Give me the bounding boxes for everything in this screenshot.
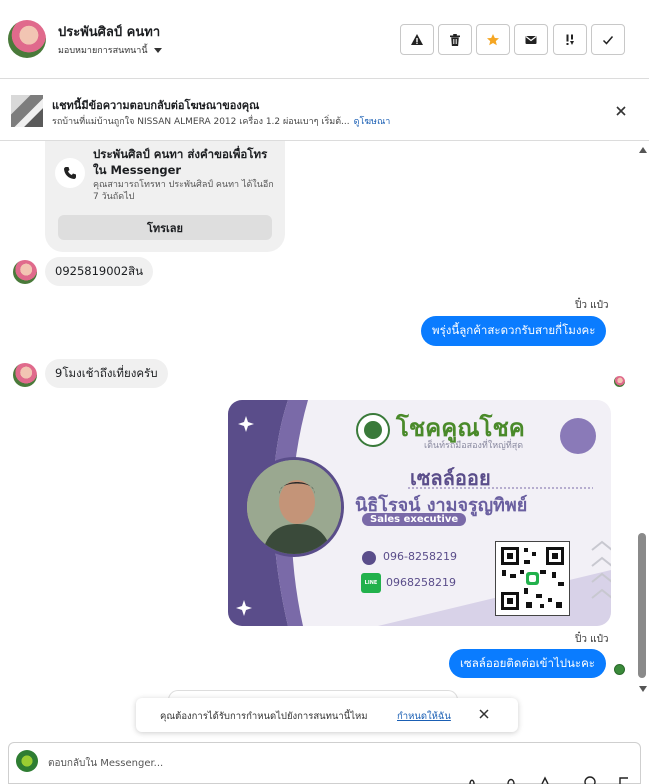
ad-description: รถบ้านที่แม่บ้านถูกใจ NISSAN ALMERA 2012… <box>52 117 350 127</box>
ad-banner-subtitle: รถบ้านที่แม่บ้านถูกใจ NISSAN ALMERA 2012… <box>52 114 390 128</box>
contact-avatar[interactable] <box>8 20 46 58</box>
trash-icon <box>450 33 460 46</box>
incoming-message[interactable]: 0925819002สิน <box>45 257 154 286</box>
business-card-title: Sales executive <box>362 513 467 526</box>
conversation-header: ประพันศิลป์ คนทา มอบหมายการสนทนานี้ <box>0 0 649 79</box>
caret-down-icon <box>153 47 162 53</box>
line-icon: LINE <box>361 573 381 593</box>
view-ad-link[interactable]: ดูโฆษณา <box>354 117 391 127</box>
close-icon[interactable] <box>478 708 490 720</box>
salesperson-photo <box>244 457 344 557</box>
read-receipt-avatar <box>614 664 625 675</box>
sender-name: ปิ๋ว แป๋ว <box>575 300 609 311</box>
page-avatar <box>16 750 38 772</box>
scroll-up-arrow-icon[interactable] <box>639 147 647 153</box>
done-button[interactable] <box>591 24 625 55</box>
spam-button[interactable] <box>553 24 587 55</box>
ad-thumbnail[interactable] <box>11 95 43 127</box>
assign-prompt-text: คุณต้องการได้รับการกำหนดไปยังการสนทนานี้… <box>160 711 368 722</box>
call-request-title: ประพันศิลป์ คนทา ส่งคำขอเพื่อโทรใน Messe… <box>93 147 268 177</box>
delete-button[interactable] <box>438 24 472 55</box>
composer-toolbar-icons[interactable] <box>468 776 638 784</box>
phone-icon <box>362 551 376 565</box>
sender-name: ปิ๋ว แป๋ว <box>575 634 609 645</box>
business-card-line: 0968258219 <box>386 576 456 589</box>
sender-avatar[interactable] <box>13 363 37 387</box>
read-receipt-avatar <box>614 376 625 387</box>
contact-name[interactable]: ประพันศิลป์ คนทา <box>58 21 160 42</box>
assign-label: มอบหมายการสนทนานี้ <box>58 46 148 56</box>
envelope-icon <box>525 35 537 44</box>
check-icon <box>602 35 614 45</box>
business-card-tagline: เต็นท์รถมือสองที่ใหญ่ที่สุด <box>424 441 524 451</box>
sender-avatar[interactable] <box>13 260 37 284</box>
spam-icon <box>566 34 574 45</box>
qr-code-pattern <box>501 547 564 610</box>
close-icon[interactable] <box>613 103 629 119</box>
ad-banner-title: แชทนี้มีข้อความตอบกลับต่อโฆษณาของคุณ <box>52 99 260 112</box>
report-button[interactable] <box>400 24 434 55</box>
outgoing-message[interactable]: เซลล์ออยติดต่อเข้าไปนะคะ <box>449 649 606 678</box>
incoming-message[interactable]: 9โมงเช้าถึงเที่ยงครับ <box>45 359 168 388</box>
call-now-button[interactable]: โทรเลย <box>58 215 272 240</box>
star-button[interactable] <box>476 24 510 55</box>
scroll-down-arrow-icon[interactable] <box>639 686 647 692</box>
scroll-thumb[interactable] <box>638 533 646 678</box>
qr-code <box>495 541 570 616</box>
assign-to-me-link[interactable]: กำหนดให้ฉัน <box>397 709 451 724</box>
ad-reply-banner: แชทนี้มีข้อความตอบกลับต่อโฆษณาของคุณ รถบ… <box>0 80 649 141</box>
outgoing-message[interactable]: พรุ่งนี้ลูกค้าสะดวกรับสายกี่โมงคะ <box>421 316 607 346</box>
warning-icon <box>411 33 423 45</box>
assign-conversation-dropdown[interactable]: มอบหมายการสนทนานี้ <box>58 43 162 57</box>
call-request-subtitle: คุณสามารถโทรหา ประพันศิลป์ คนทา ได้ในอีก… <box>93 180 274 202</box>
phone-icon <box>55 158 85 188</box>
mark-unread-button[interactable] <box>514 24 548 55</box>
reply-input[interactable] <box>48 754 608 772</box>
star-icon <box>487 33 499 45</box>
business-card-phone: 096-8258219 <box>383 550 457 563</box>
